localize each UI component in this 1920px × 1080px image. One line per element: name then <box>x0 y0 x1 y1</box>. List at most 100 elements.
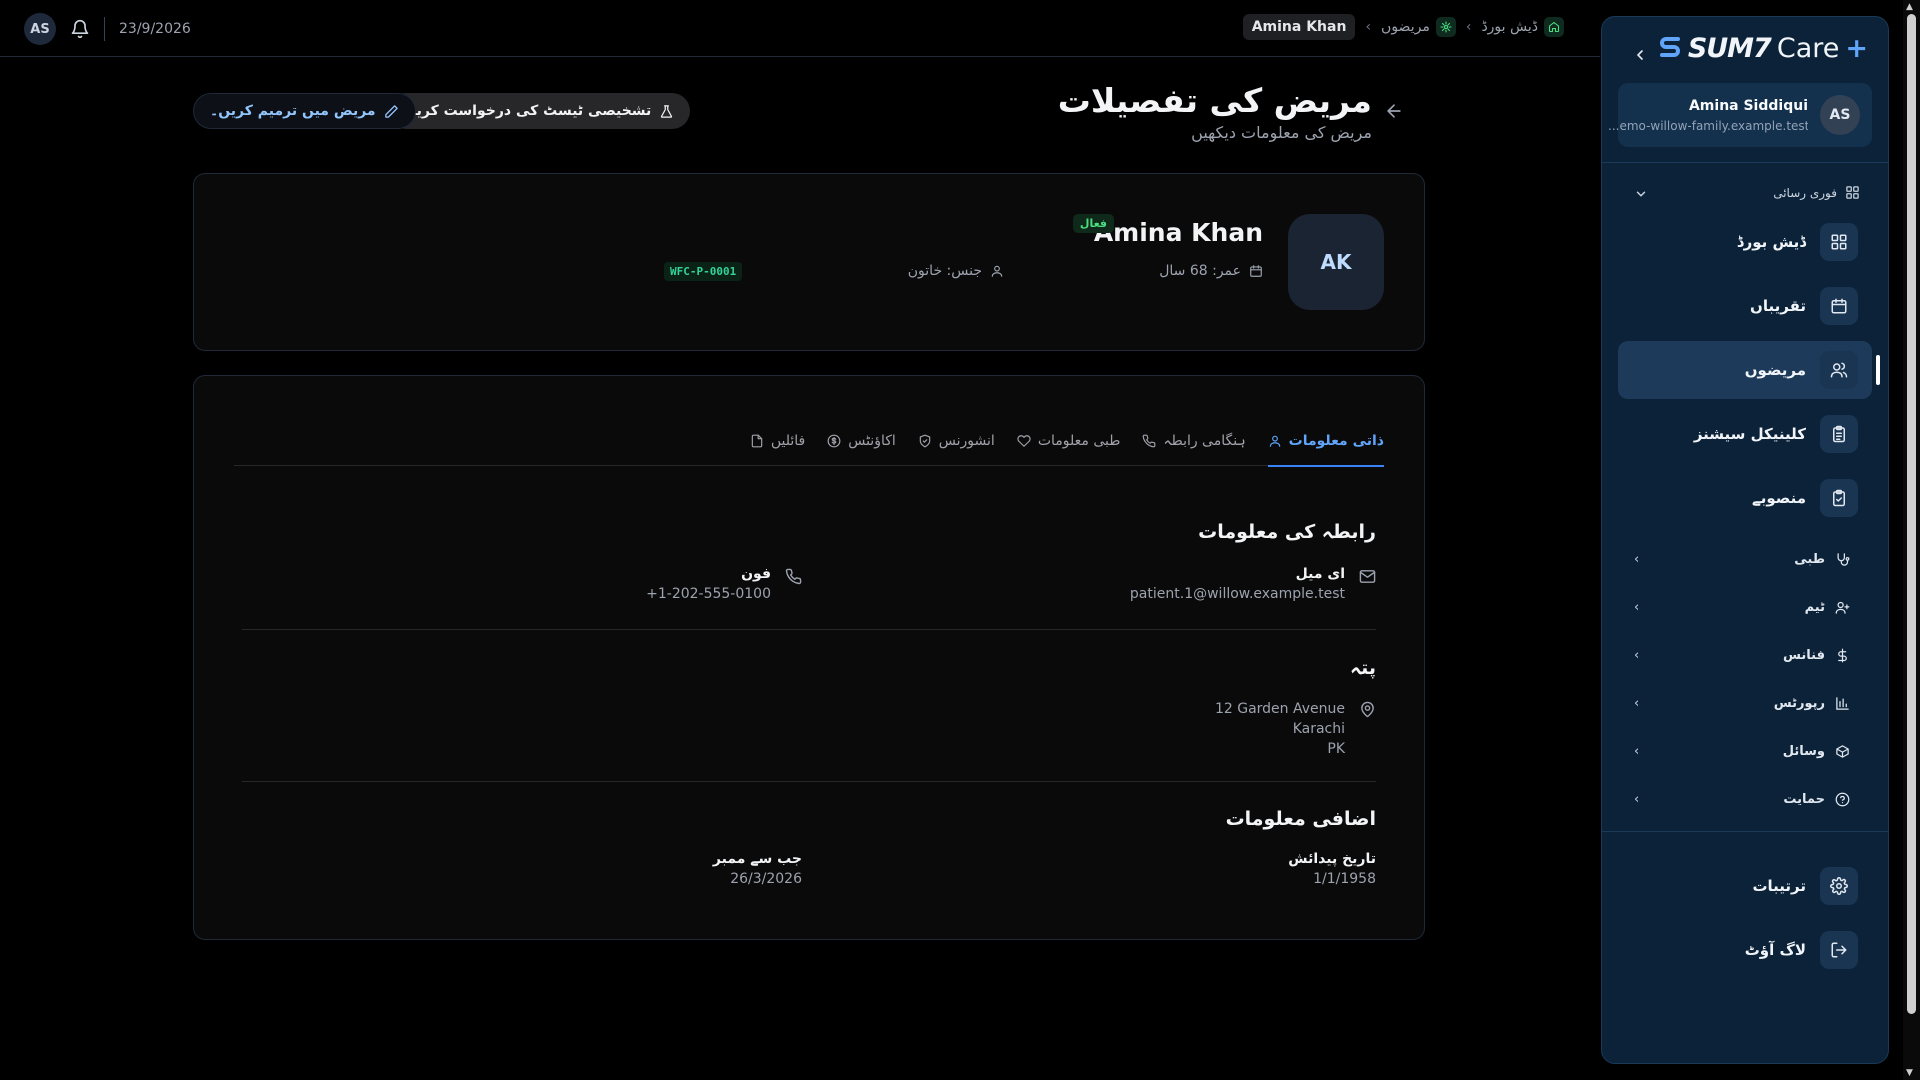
tab-insurance[interactable]: انشورنس <box>918 416 995 466</box>
sidebar-item-label: منصوبے <box>1751 489 1806 507</box>
tab-label: ذاتی معلومات <box>1288 433 1384 449</box>
breadcrumb-patients[interactable]: مریضوں <box>1381 17 1456 37</box>
scrollbar[interactable]: ▲ ▼ <box>1903 0 1920 1080</box>
chevron-left-icon[interactable] <box>1626 41 1654 69</box>
edit-patient-label: مریض میں ترمیم کریں۔ <box>210 103 376 119</box>
user-profile-card[interactable]: AS Amina Siddiqui ...emo-willow-family.e… <box>1608 83 1872 147</box>
sidebar-group-label: طبی <box>1794 551 1825 567</box>
section-divider <box>242 781 1376 782</box>
brand-main: SUM7 <box>1687 33 1772 64</box>
dollar-icon <box>1835 648 1850 663</box>
email-value[interactable]: patient.1@willow.example.test <box>1130 586 1345 602</box>
address-line-2: Karachi <box>1292 721 1345 737</box>
gear-icon <box>1820 867 1858 905</box>
scrollbar-thumb[interactable] <box>1907 14 1916 1014</box>
breadcrumb-current: Amina Khan <box>1242 14 1356 40</box>
tab-label: اکاؤنٹس <box>848 433 896 449</box>
tab-emergency-contact[interactable]: ہنگامی رابطہ <box>1142 416 1246 466</box>
sidebar-item-settings[interactable]: ترتیبات <box>1618 857 1872 915</box>
email-label: ای میل <box>1295 566 1345 582</box>
email-field: ای میل patient.1@willow.example.test <box>1130 566 1376 602</box>
sidebar-group-support[interactable]: حمایت ‹ <box>1618 781 1872 817</box>
scroll-down-arrow-icon[interactable]: ▼ <box>1906 1068 1913 1078</box>
edit-patient-button[interactable]: مریض میں ترمیم کریں۔ <box>193 93 416 129</box>
sidebar-item-appointments[interactable]: تقریباں <box>1618 277 1872 335</box>
patient-details-card: ذاتی معلومات ہنگامی رابطہ طبی معلومات ان… <box>193 375 1425 940</box>
sidebar-item-dashboard[interactable]: ڈیش بورڈ <box>1618 213 1872 271</box>
heart-icon <box>1017 434 1031 448</box>
chevron-down-icon[interactable] <box>1634 187 1648 201</box>
user-email: ...emo-willow-family.example.test <box>1608 119 1808 133</box>
sidebar-item-plans[interactable]: منصوبے <box>1618 469 1872 527</box>
tab-label: فائلیں <box>770 433 806 449</box>
help-icon <box>1835 792 1850 807</box>
address-line-1: 12 Garden Avenue <box>1214 701 1345 717</box>
phone-icon <box>1142 434 1156 448</box>
sidebar-group-resources[interactable]: وسائل ‹ <box>1618 733 1872 769</box>
team-icon <box>1835 600 1850 615</box>
sidebar-item-label: ڈیش بورڈ <box>1736 233 1806 251</box>
sidebar: SUM7 Care + AS Amina Siddiqui ...emo-will… <box>1601 16 1889 1064</box>
file-icon <box>750 434 764 448</box>
scroll-up-arrow-icon[interactable]: ▲ <box>1906 2 1913 12</box>
users-icon <box>1435 17 1456 37</box>
sidebar-group-label: وسائل <box>1782 743 1825 759</box>
sidebar-item-logout[interactable]: لاگ آؤٹ <box>1618 921 1872 979</box>
brand-plus: + <box>1845 33 1868 64</box>
sidebar-item-clinical-sessions[interactable]: کلینیکل سیشنز <box>1618 405 1872 463</box>
chevron-left-icon: ‹ <box>1465 19 1472 35</box>
breadcrumb-dashboard[interactable]: ڈیش بورڈ <box>1481 17 1564 37</box>
tab-files[interactable]: فائلیں <box>750 416 805 466</box>
quick-access-header[interactable]: فوری رسائی <box>1773 185 1860 200</box>
chevron-left-icon: ‹ <box>1634 695 1640 711</box>
sidebar-group-medical[interactable]: طبی ‹ <box>1618 541 1872 577</box>
brand-care: Care <box>1776 33 1840 64</box>
contact-section-title: رابطہ کی معلومات <box>1198 521 1376 543</box>
sidebar-divider <box>1602 831 1888 832</box>
box-icon <box>1835 744 1850 759</box>
map-pin-icon <box>1359 701 1376 718</box>
logout-icon <box>1820 931 1858 969</box>
pencil-icon <box>384 104 399 119</box>
member-since-field: جب سے ممبر 26/3/2026 <box>713 851 802 887</box>
phone-icon <box>785 568 802 585</box>
member-since-value: 26/3/2026 <box>730 871 802 887</box>
dob-value: 1/1/1958 <box>1313 871 1376 887</box>
phone-value[interactable]: +1-202-555-0100 <box>646 586 771 602</box>
clipboard-icon <box>1820 415 1858 453</box>
chevron-left-icon: ‹ <box>1634 647 1640 663</box>
sidebar-group-finance[interactable]: فنانس ‹ <box>1618 637 1872 673</box>
divider <box>104 17 105 41</box>
page-title: مریض کی تفصیلات <box>1057 81 1372 120</box>
sidebar-item-patients[interactable]: مریضوں <box>1618 341 1880 399</box>
dollar-icon <box>827 434 841 448</box>
bell-icon[interactable] <box>70 19 90 39</box>
calendar-icon <box>1249 264 1263 278</box>
clipboard-check-icon <box>1820 479 1858 517</box>
sidebar-group-label: حمایت <box>1783 791 1825 807</box>
chevron-left-icon: ‹ <box>1634 743 1640 759</box>
sidebar-item-label: کلینیکل سیشنز <box>1693 425 1806 443</box>
request-test-button[interactable]: تشخیصی ٹیسٹ کی درخواست کریں <box>388 93 691 129</box>
tab-personal-info[interactable]: ذاتی معلومات <box>1267 416 1385 467</box>
sidebar-group-reports[interactable]: رپورٹس ‹ <box>1618 685 1872 721</box>
breadcrumb-patients-label: مریضوں <box>1381 19 1430 35</box>
page-subtitle: مریض کی معلومات دیکھیں <box>1191 123 1372 142</box>
user-avatar[interactable]: AS <box>24 13 56 45</box>
shield-icon <box>918 434 932 448</box>
sidebar-divider <box>1602 162 1888 163</box>
tab-medical-info[interactable]: طبی معلومات <box>1017 416 1120 466</box>
address-field: 12 Garden Avenue Karachi PK <box>1215 699 1376 759</box>
arrow-left-icon[interactable] <box>1380 97 1408 125</box>
grid-icon <box>1820 223 1858 261</box>
sidebar-group-team[interactable]: ٹیم ‹ <box>1618 589 1872 625</box>
tab-accounts[interactable]: اکاؤنٹس <box>827 416 896 466</box>
additional-section-title: اضافی معلومات <box>1225 808 1376 830</box>
sidebar-item-label: مریضوں <box>1744 361 1806 379</box>
dob-field: تاریخ پیدائش 1/1/1958 <box>1288 851 1376 887</box>
top-bar: AS 23/9/2026 Amina Khan ‹ مریضوں ‹ ڈیش ب… <box>0 0 1600 57</box>
sidebar-group-label: فنانس <box>1783 647 1825 663</box>
member-since-label: جب سے ممبر <box>712 851 802 867</box>
patient-gender: جنس: خاتون <box>908 263 1004 279</box>
section-divider <box>242 629 1376 630</box>
